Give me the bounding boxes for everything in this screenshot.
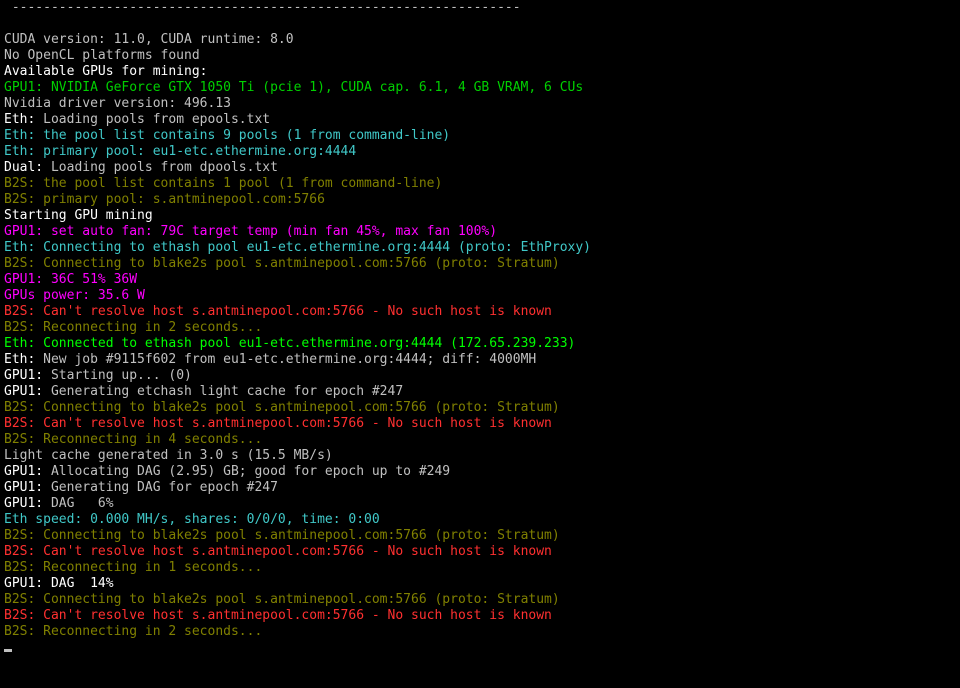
b2s-error: Can't resolve host s.antminepool.com:576… [35, 304, 552, 319]
b2s-label: B2S: [4, 592, 35, 607]
eth-label: Eth: [4, 144, 35, 159]
b2s-label: B2S: [4, 256, 35, 271]
eth-label: Eth: [4, 352, 35, 367]
gpu1-fan: set auto fan: 79C target temp (min fan 4… [43, 224, 497, 239]
cursor-icon [4, 649, 12, 652]
b2s-label: B2S: [4, 528, 35, 543]
b2s-error: Can't resolve host s.antminepool.com:576… [35, 608, 552, 623]
b2s-label: B2S: [4, 400, 35, 415]
gpu1-dag-14: DAG 14% [43, 576, 113, 591]
b2s-reconnect: Reconnecting in 4 seconds... [35, 432, 262, 447]
gpu1-label: GPU1: [4, 368, 43, 383]
dual-label: Dual: [4, 160, 43, 175]
b2s-label: B2S: [4, 608, 35, 623]
gpu1-label: GPU1: [4, 464, 43, 479]
b2s-label: B2S: [4, 176, 35, 191]
gpu1-dag-6: DAG 6% [43, 496, 113, 511]
eth-label: Eth: [4, 128, 35, 143]
gpu1-label: GPU1: [4, 384, 43, 399]
gpu1-name: GPU1: NVIDIA GeForce GTX 1050 Ti (pcie 1… [4, 80, 583, 95]
gpu1-gen-dag: Generating DAG for epoch #247 [43, 480, 278, 495]
b2s-error: Can't resolve host s.antminepool.com:576… [35, 416, 552, 431]
eth-load-pools: Loading pools from epools.txt [35, 112, 270, 127]
starting-mining: Starting GPU mining [4, 208, 153, 223]
b2s-reconnect: Reconnecting in 1 seconds... [35, 560, 262, 575]
b2s-label: B2S: [4, 304, 35, 319]
eth-pool-list: the pool list contains 9 pools (1 from c… [35, 128, 450, 143]
eth-label: Eth: [4, 112, 35, 127]
b2s-label: B2S: [4, 416, 35, 431]
b2s-primary-pool: primary pool: s.antminepool.com:5766 [35, 192, 325, 207]
gpu1-light-cache: Generating etchash light cache for epoch… [43, 384, 403, 399]
eth-speed: Eth speed: 0.000 MH/s, shares: 0/0/0, ti… [4, 512, 380, 527]
available-gpus-header: Available GPUs for mining: [4, 64, 208, 79]
divider-line: ----------------------------------------… [4, 0, 521, 15]
b2s-label: B2S: [4, 320, 35, 335]
gpu1-temp: GPU1: 36C 51% 36W [4, 272, 137, 287]
eth-connected: Connected to ethash pool eu1-etc.ethermi… [35, 336, 575, 351]
eth-label: Eth: [4, 336, 35, 351]
b2s-label: B2S: [4, 560, 35, 575]
gpu1-alloc-dag: Allocating DAG (2.95) GB; good for epoch… [43, 464, 450, 479]
eth-connecting: Connecting to ethash pool eu1-etc.etherm… [35, 240, 591, 255]
gpus-power: GPUs power: 35.6 W [4, 288, 145, 303]
no-opencl: No OpenCL platforms found [4, 48, 200, 63]
b2s-connecting: Connecting to blake2s pool s.antminepool… [35, 400, 559, 415]
eth-primary-pool: primary pool: eu1-etc.ethermine.org:4444 [35, 144, 356, 159]
gpu1-label: GPU1: [4, 480, 43, 495]
dual-load-pools: Loading pools from dpools.txt [43, 160, 278, 175]
b2s-connecting: Connecting to blake2s pool s.antminepool… [35, 528, 559, 543]
gpu1-label: GPU1: [4, 224, 43, 239]
b2s-connecting: Connecting to blake2s pool s.antminepool… [35, 256, 559, 271]
eth-new-job: New job #9115f602 from eu1-etc.ethermine… [35, 352, 536, 367]
b2s-error: Can't resolve host s.antminepool.com:576… [35, 544, 552, 559]
eth-label: Eth: [4, 240, 35, 255]
b2s-label: B2S: [4, 624, 35, 639]
gpu1-label: GPU1: [4, 576, 43, 591]
b2s-label: B2S: [4, 192, 35, 207]
b2s-connecting: Connecting to blake2s pool s.antminepool… [35, 592, 559, 607]
nvidia-driver: Nvidia driver version: 496.13 [4, 96, 231, 111]
gpu1-label: GPU1: [4, 496, 43, 511]
cuda-version: CUDA version: 11.0, CUDA runtime: 8.0 [4, 32, 294, 47]
b2s-reconnect: Reconnecting in 2 seconds... [35, 320, 262, 335]
gpu1-starting: Starting up... (0) [43, 368, 192, 383]
b2s-label: B2S: [4, 544, 35, 559]
b2s-label: B2S: [4, 432, 35, 447]
b2s-reconnect: Reconnecting in 2 seconds... [35, 624, 262, 639]
light-cache-done: Light cache generated in 3.0 s (15.5 MB/… [4, 448, 333, 463]
b2s-pool-list: the pool list contains 1 pool (1 from co… [35, 176, 442, 191]
terminal-output: ----------------------------------------… [0, 0, 960, 656]
